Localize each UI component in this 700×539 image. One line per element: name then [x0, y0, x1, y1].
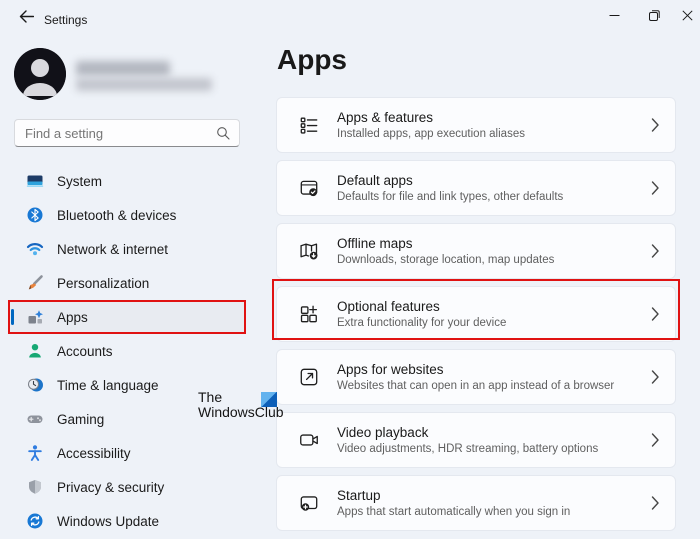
bluetooth-icon [26, 206, 44, 224]
windows-update-icon [26, 512, 44, 530]
card-title: Apps for websites [337, 361, 651, 378]
card-apps-features[interactable]: Apps & features Installed apps, app exec… [276, 97, 676, 153]
card-apps-for-websites[interactable]: Apps for websites Websites that can open… [276, 349, 676, 405]
sidebar-item-label: Personalization [57, 276, 149, 291]
apps-icon [26, 308, 44, 326]
card-title: Optional features [337, 298, 651, 315]
chevron-right-icon [651, 370, 659, 384]
back-arrow-icon [19, 10, 34, 26]
sidebar-item-label: System [57, 174, 102, 189]
windowsclub-logo-icon [261, 392, 277, 407]
privacy-security-icon [26, 478, 44, 496]
card-title: Apps & features [337, 109, 651, 126]
card-optional-features[interactable]: Optional features Extra functionality fo… [276, 286, 676, 342]
optional-features-icon [297, 302, 321, 326]
sidebar-item-network-internet[interactable]: Network & internet [8, 233, 246, 265]
minimize-icon [609, 9, 620, 24]
accounts-icon [26, 342, 44, 360]
sidebar-item-label: Windows Update [57, 514, 159, 529]
accessibility-icon [26, 444, 44, 462]
chevron-right-icon [651, 433, 659, 447]
sidebar-item-time-language[interactable]: Time & language [8, 369, 246, 401]
sidebar-item-label: Bluetooth & devices [57, 208, 176, 223]
card-subtitle: Extra functionality for your device [337, 316, 651, 331]
apps-features-icon [297, 113, 321, 137]
card-subtitle: Apps that start automatically when you s… [337, 505, 651, 520]
chevron-right-icon [651, 244, 659, 258]
back-button[interactable] [10, 6, 42, 30]
default-apps-icon [297, 176, 321, 200]
maximize-restore-icon [649, 9, 660, 24]
sidebar-nav: System Bluetooth & devices Network & int… [8, 165, 246, 539]
account-name-blurred [76, 61, 170, 76]
card-offline-maps[interactable]: Offline maps Downloads, storage location… [276, 223, 676, 279]
card-title: Offline maps [337, 235, 651, 252]
avatar[interactable] [14, 48, 66, 100]
minimize-button[interactable] [598, 4, 630, 28]
video-playback-icon [297, 428, 321, 452]
sidebar-item-label: Accounts [57, 344, 113, 359]
card-default-apps[interactable]: Default apps Defaults for file and link … [276, 160, 676, 216]
sidebar-item-label: Privacy & security [57, 480, 164, 495]
card-subtitle: Websites that can open in an app instead… [337, 379, 651, 394]
chevron-right-icon [651, 307, 659, 321]
apps-for-websites-icon [297, 365, 321, 389]
search-box[interactable] [14, 119, 240, 147]
card-subtitle: Downloads, storage location, map updates [337, 253, 651, 268]
sidebar-item-accessibility[interactable]: Accessibility [8, 437, 246, 469]
network-icon [26, 240, 44, 258]
card-title: Video playback [337, 424, 651, 441]
startup-icon [297, 491, 321, 515]
sidebar-item-label: Apps [57, 310, 88, 325]
maximize-button[interactable] [638, 4, 670, 28]
selected-accent-bar [11, 309, 14, 325]
window-title: Settings [44, 13, 87, 27]
sidebar-item-personalization[interactable]: Personalization [8, 267, 246, 299]
card-subtitle: Defaults for file and link types, other … [337, 190, 651, 205]
gaming-icon [26, 410, 44, 428]
personalization-icon [26, 274, 44, 292]
sidebar-item-bluetooth-devices[interactable]: Bluetooth & devices [8, 199, 246, 231]
sidebar-item-windows-update[interactable]: Windows Update [8, 505, 246, 537]
sidebar-item-label: Network & internet [57, 242, 168, 257]
sidebar-item-system[interactable]: System [8, 165, 246, 197]
settings-card-list: Apps & features Installed apps, app exec… [276, 97, 676, 531]
account-email-blurred [76, 78, 212, 91]
offline-maps-icon [297, 239, 321, 263]
search-icon [216, 126, 230, 140]
chevron-right-icon [651, 118, 659, 132]
sidebar-item-label: Time & language [57, 378, 159, 393]
card-subtitle: Video adjustments, HDR streaming, batter… [337, 442, 651, 457]
card-video-playback[interactable]: Video playback Video adjustments, HDR st… [276, 412, 676, 468]
search-input[interactable] [15, 126, 216, 141]
card-subtitle: Installed apps, app execution aliases [337, 127, 651, 142]
sidebar-item-privacy-security[interactable]: Privacy & security [8, 471, 246, 503]
page-title: Apps [277, 44, 347, 76]
sidebar-item-gaming[interactable]: Gaming [8, 403, 246, 435]
sidebar-item-accounts[interactable]: Accounts [8, 335, 246, 367]
sidebar-item-apps[interactable]: Apps [8, 301, 246, 333]
close-button[interactable] [674, 4, 700, 28]
chevron-right-icon [651, 181, 659, 195]
system-icon [26, 172, 44, 190]
chevron-right-icon [651, 496, 659, 510]
time-language-icon [26, 376, 44, 394]
card-startup[interactable]: Startup Apps that start automatically wh… [276, 475, 676, 531]
card-title: Default apps [337, 172, 651, 189]
sidebar-item-label: Gaming [57, 412, 104, 427]
card-title: Startup [337, 487, 651, 504]
close-icon [682, 9, 693, 24]
sidebar-item-label: Accessibility [57, 446, 131, 461]
